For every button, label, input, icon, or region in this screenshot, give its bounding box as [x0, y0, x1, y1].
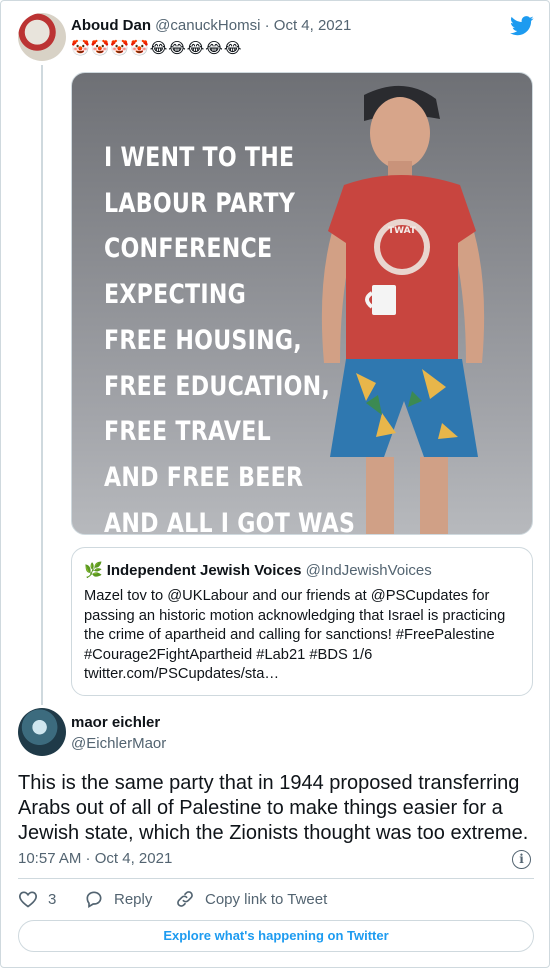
- meme-text-line: EXPECTING: [104, 279, 247, 311]
- reply-button[interactable]: Reply: [84, 889, 152, 909]
- quoted-author-name: Independent Jewish Voices: [106, 562, 302, 579]
- author-name[interactable]: maor eichler: [71, 714, 160, 731]
- like-button[interactable]: 3: [18, 889, 56, 909]
- tweet-text-line: Jewish state, which the Zionists thought…: [18, 822, 529, 844]
- divider: [18, 878, 534, 879]
- separator: ·: [260, 17, 274, 34]
- tweet-timestamp[interactable]: 10:57 AM · Oct 4, 2021: [18, 850, 172, 867]
- quoted-tweet[interactable]: 🌿 Independent Jewish Voices @IndJewishVoi…: [71, 547, 533, 696]
- tweet-text: 🤡🤡🤡🤡😂😂😂😂😂: [71, 39, 243, 57]
- meme-text-line: AND ALL I GOT WAS: [104, 507, 356, 535]
- author-name[interactable]: Aboud Dan: [71, 17, 151, 34]
- meme-text-line: FREE HOUSING,: [104, 324, 302, 356]
- quoted-text-line: Mazel tov to @UKLabour and our friends a…: [84, 588, 490, 604]
- explore-twitter-button[interactable]: Explore what's happening on Twitter: [18, 920, 534, 952]
- tweet-image[interactable]: TWAT I WENT TO THE LABOUR PARTY CONFEREN…: [71, 72, 533, 535]
- meme-text-line: FREE EDUCATION,: [104, 370, 331, 402]
- quoted-link[interactable]: twitter.com/PSCupdates/sta…: [84, 665, 524, 685]
- tweet-date[interactable]: Oct 4, 2021: [95, 850, 173, 867]
- tweet-text-line: This is the same party that in 1944 prop…: [18, 772, 520, 794]
- thread-line: [41, 65, 43, 705]
- quoted-tweet-text: Mazel tov to @UKLabour and our friends a…: [84, 587, 524, 685]
- avatar[interactable]: [18, 708, 66, 756]
- author-handle[interactable]: @canuckHomsi: [155, 17, 260, 34]
- separator: ·: [81, 850, 95, 867]
- quoted-text-line: #Courage2FightApartheid #Lab21 #BDS 1/6: [84, 646, 373, 663]
- like-count: 3: [48, 890, 57, 908]
- heart-icon: [19, 891, 37, 908]
- embedded-tweet-card: Aboud Dan @canuckHomsi · Oct 4, 2021 🤡🤡🤡…: [0, 0, 550, 968]
- meme-text-line: LABOUR PARTY: [104, 187, 296, 219]
- quoted-tweet-header: 🌿 Independent Jewish Voices @IndJewishVoi…: [84, 561, 432, 579]
- meme-text-line: FREE TRAVEL: [104, 416, 271, 448]
- copy-link-button[interactable]: Copy link to Tweet: [175, 889, 327, 909]
- quoted-author-handle: @IndJewishVoices: [305, 562, 432, 579]
- tweet-text-line: Arabs out of all of Palestine to make th…: [18, 797, 503, 819]
- tweet-date[interactable]: Oct 4, 2021: [274, 17, 352, 34]
- tweet-time[interactable]: 10:57 AM: [18, 850, 81, 867]
- info-icon[interactable]: i: [512, 850, 531, 869]
- author-handle[interactable]: @EichlerMaor: [71, 735, 166, 752]
- leaf-icon: 🌿: [84, 562, 103, 579]
- reply-icon: [86, 891, 102, 908]
- meme-text-line: AND FREE BEER: [104, 461, 304, 493]
- avatar[interactable]: [18, 13, 66, 61]
- meme-text-block: I WENT TO THE LABOUR PARTY CONFERENCE EX…: [104, 135, 410, 535]
- reply-label: Reply: [114, 890, 153, 908]
- quoted-text-line: the crime of apartheid and calling for s…: [84, 627, 495, 643]
- tweet-header: Aboud Dan @canuckHomsi · Oct 4, 2021: [71, 17, 351, 34]
- copy-link-label: Copy link to Tweet: [205, 890, 328, 908]
- quoted-text-line: passing an historic motion acknowledging…: [84, 607, 506, 624]
- meme-text-line: I WENT TO THE: [104, 142, 295, 173]
- link-icon: [177, 891, 193, 907]
- twitter-bird-icon[interactable]: [510, 16, 534, 36]
- tweet-text: This is the same party that in 1944 prop…: [18, 771, 538, 846]
- meme-text-line: CONFERENCE: [104, 233, 273, 265]
